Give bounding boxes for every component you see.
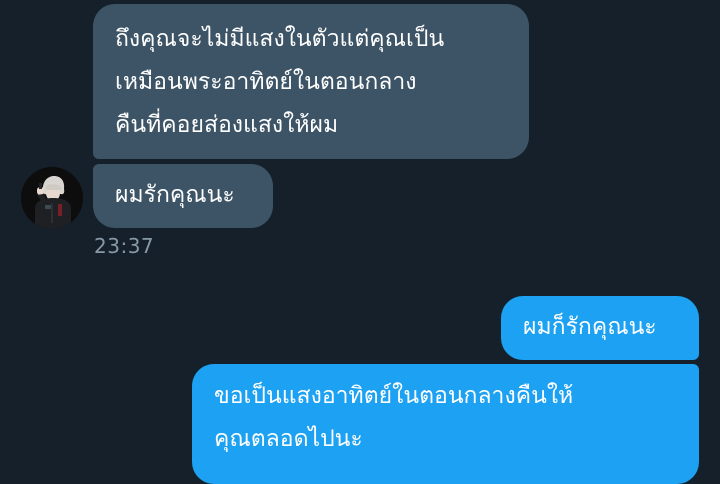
outgoing-message-bubble[interactable]: ผมก็รักคุณนะ — [501, 296, 699, 360]
avatar-photo — [21, 167, 83, 229]
outgoing-message-bubble[interactable]: ขอเป็นแสงอาทิตย์ในตอนกลางคืนให้ คุณตลอดไ… — [192, 364, 699, 484]
incoming-message-bubble[interactable]: ผมรักคุณนะ — [93, 164, 273, 228]
message-timestamp: 23:37 — [94, 234, 155, 258]
sender-avatar[interactable] — [21, 167, 83, 229]
chat-thread: ถึงคุณจะไม่มีแสงในตัวแต่คุณเป็น เหมือนพร… — [0, 0, 720, 484]
incoming-message-bubble[interactable]: ถึงคุณจะไม่มีแสงในตัวแต่คุณเป็น เหมือนพร… — [93, 4, 529, 159]
